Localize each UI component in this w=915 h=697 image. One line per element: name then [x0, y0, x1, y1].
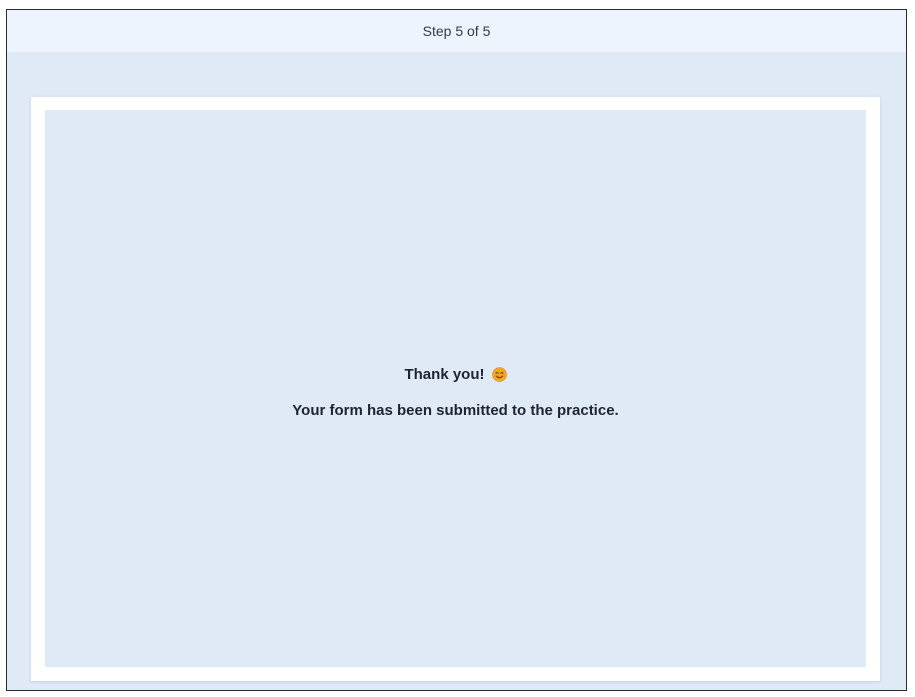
thank-you-text: Thank you!	[404, 366, 485, 383]
confirmation-card: Thank you! Your form has been submitted …	[31, 97, 880, 681]
thank-you-heading: Thank you!	[404, 366, 507, 383]
confirmation-panel: Thank you! Your form has been submitted …	[45, 110, 866, 667]
submission-message: Your form has been submitted to the prac…	[292, 402, 619, 419]
smiling-face-icon	[491, 367, 507, 382]
step-indicator: Step 5 of 5	[7, 10, 906, 52]
step-indicator-text: Step 5 of 5	[422, 23, 491, 39]
form-viewport: Step 5 of 5 Thank you! Your form has bee…	[6, 9, 907, 691]
